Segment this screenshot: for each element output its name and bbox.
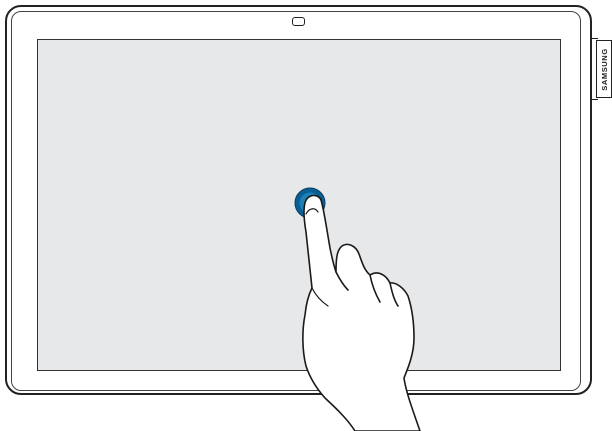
- tablet-illustration: SAMSUNG: [0, 0, 612, 431]
- tap-gesture: [294, 187, 421, 431]
- hand-pointer-icon: [302, 194, 421, 431]
